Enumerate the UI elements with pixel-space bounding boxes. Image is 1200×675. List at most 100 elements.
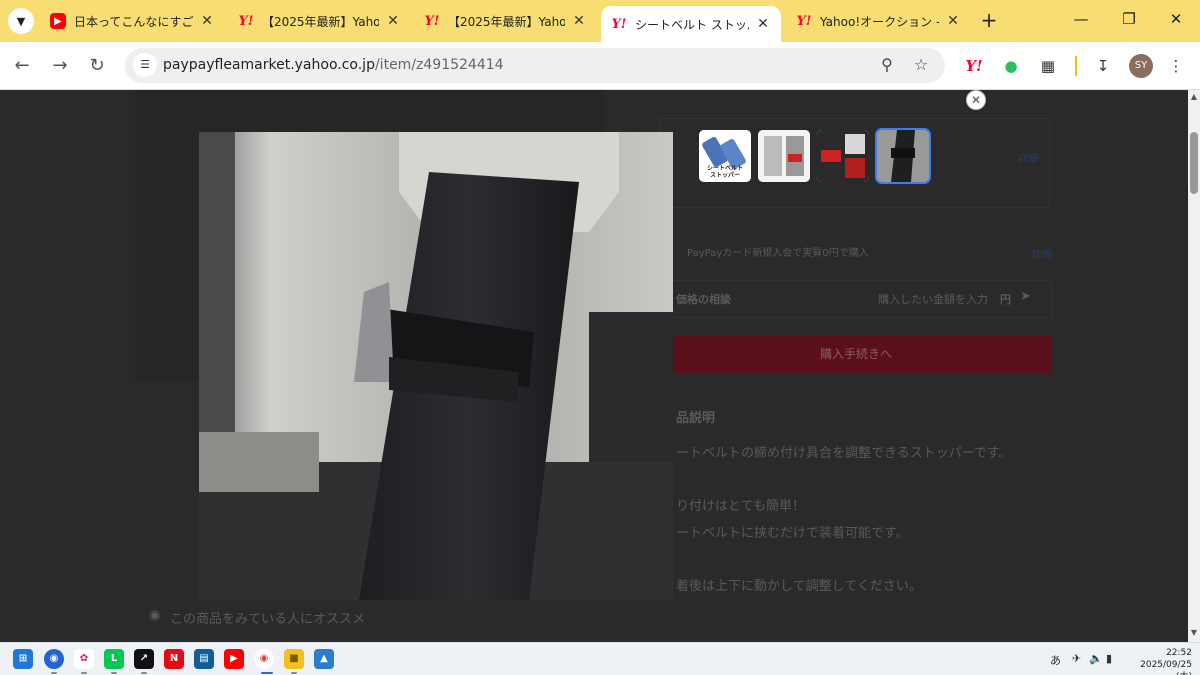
running-indicator	[51, 672, 57, 674]
minimize-button[interactable]: —	[1069, 10, 1093, 32]
tab-title: 【2025年最新】Yahoo!オ	[448, 14, 565, 29]
airplane-icon[interactable]: ✈	[1072, 652, 1081, 665]
tab-title: 日本ってこんなにすごいの	[74, 14, 193, 29]
clock-date: 2025/09/25 (木)	[1140, 660, 1192, 675]
tab-4-active[interactable]: Y! シートベルト ストッパー 2個 ✕	[601, 6, 781, 42]
product-image-enlarged	[199, 132, 673, 600]
modal-close-button[interactable]: ✕	[966, 90, 986, 110]
volume-icon[interactable]: 🔈	[1089, 652, 1103, 665]
tab-1[interactable]: ▶ 日本ってこんなにすごいの ✕	[40, 6, 225, 36]
running-indicator	[81, 672, 87, 674]
close-icon[interactable]: ✕	[199, 13, 215, 29]
address-bar[interactable]: ☰ paypayfleamarket.yahoo.co.jp/item/z491…	[125, 48, 945, 83]
toolbar-separator	[1075, 56, 1077, 76]
browser-app-icon[interactable]: ◉	[44, 649, 64, 669]
chrome-icon[interactable]: ◉	[254, 649, 274, 669]
offer-label: 価格の相談	[676, 293, 731, 306]
close-icon[interactable]: ✕	[385, 13, 401, 29]
send-icon[interactable]: ➤	[1020, 289, 1031, 304]
windows-start-icon[interactable]: ⊞	[13, 649, 33, 669]
battery-icon[interactable]: ▮	[1106, 652, 1112, 665]
url-text[interactable]: paypayfleamarket.yahoo.co.jp/item/z49152…	[163, 57, 504, 73]
window-app-icon[interactable]: ▤	[194, 649, 214, 669]
clock-time: 22:52	[1166, 648, 1192, 658]
browser-toolbar: ← → ↻ ☰ paypayfleamarket.yahoo.co.jp/ite…	[0, 42, 1200, 90]
system-clock[interactable]: 22:52 2025/09/25 (木)	[1128, 647, 1192, 675]
minimize-icon: —	[1073, 10, 1089, 28]
offer-unit: 円	[1000, 293, 1011, 306]
description-line: ートベルトの締め付け具合を調整できるストッパーです。	[676, 446, 1012, 461]
scroll-up-icon[interactable]: ▲	[1188, 92, 1200, 104]
close-icon[interactable]: ✕	[945, 13, 961, 29]
thumbnail-3[interactable]	[817, 130, 869, 182]
yahoo-icon: Y!	[796, 13, 812, 29]
ime-indicator[interactable]: あ	[1050, 652, 1061, 668]
new-tab-button[interactable]: +	[978, 10, 1000, 32]
url-host: paypayfleamarket.yahoo.co.jp	[163, 57, 375, 73]
thumbnail-1[interactable]: シートベルト ストッパー	[699, 130, 751, 182]
youtube-icon: ▶	[50, 13, 66, 29]
detail-link[interactable]: 詳細	[1032, 246, 1052, 261]
restore-button[interactable]: ❐	[1117, 10, 1141, 32]
thumbnail-2[interactable]	[758, 130, 810, 182]
yahoo-extension-icon[interactable]: Y!	[962, 54, 986, 78]
line-app-icon[interactable]: L	[104, 649, 124, 669]
detail-link[interactable]: 詳細	[1018, 150, 1038, 165]
forward-button[interactable]: →	[48, 54, 72, 78]
scroll-thumb[interactable]	[1190, 132, 1198, 194]
recommend-heading: この商品をみている人にオススメ	[170, 612, 366, 627]
bookmark-button[interactable]: ☆	[911, 55, 931, 75]
description-line: 着後は上下に動かして調整してください。	[676, 579, 922, 594]
reload-icon: ↻	[89, 55, 105, 76]
tab-title: シートベルト ストッパー 2個	[635, 17, 749, 32]
restore-icon: ❐	[1122, 10, 1136, 28]
menu-icon[interactable]: ⋮	[1164, 54, 1188, 78]
offer-input[interactable]: 購入したい金額を入力	[878, 291, 988, 307]
description-line: り付けはとても簡単！	[676, 499, 805, 514]
active-indicator	[261, 672, 273, 674]
description-line: ートベルトに挟むだけで装着可能です。	[676, 526, 909, 541]
thumbnail-image	[877, 130, 929, 182]
arrow-left-icon: ←	[14, 55, 30, 76]
site-info-button[interactable]: ☰	[133, 53, 157, 77]
chart-app-icon[interactable]: ↗	[134, 649, 154, 669]
photos-app-icon[interactable]: ▲	[314, 649, 334, 669]
scroll-down-icon[interactable]: ▼	[1188, 628, 1200, 640]
tab-title: 【2025年最新】Yahoo!オ	[262, 14, 379, 29]
reload-button[interactable]: ↻	[85, 54, 109, 78]
magnifier-icon: ⚲	[881, 55, 893, 74]
close-icon[interactable]: ✕	[755, 16, 771, 32]
back-button[interactable]: ←	[10, 54, 34, 78]
evernote-icon[interactable]: ●	[999, 54, 1023, 78]
page-scrollbar[interactable]: ▲ ▼	[1188, 90, 1200, 642]
thumbnail-image	[817, 130, 869, 182]
zoom-button[interactable]: ⚲	[877, 55, 897, 75]
tab-2[interactable]: Y! 【2025年最新】Yahoo!オ ✕	[228, 6, 411, 36]
netflix-icon[interactable]: N	[164, 649, 184, 669]
extensions-icon[interactable]: ▦	[1036, 54, 1060, 78]
flower-app-icon[interactable]: ✿	[74, 649, 94, 669]
chevron-down-icon: ▼	[16, 14, 26, 28]
profile-avatar[interactable]: SY	[1129, 54, 1153, 78]
close-icon[interactable]: ✕	[571, 13, 587, 29]
tab-5[interactable]: Y! Yahoo!オークション - シー ✕	[786, 6, 971, 36]
download-icon[interactable]: ↧	[1091, 54, 1115, 78]
arrow-right-icon: →	[52, 55, 68, 76]
description-heading: 品説明	[676, 411, 716, 426]
yahoo-icon: Y!	[424, 13, 440, 29]
close-icon: ✕	[1169, 10, 1183, 28]
recommend-icon: ◉	[149, 608, 161, 623]
plus-icon: +	[980, 8, 998, 32]
thumbnail-4-selected[interactable]	[875, 128, 931, 184]
running-indicator	[291, 672, 297, 674]
tab-strip: ▼ ▶ 日本ってこんなにすごいの ✕ Y! 【2025年最新】Yahoo!オ ✕…	[0, 0, 1200, 42]
purchase-button[interactable]: 購入手続きへ	[660, 336, 1052, 373]
close-window-button[interactable]: ✕	[1164, 10, 1188, 32]
close-icon: ✕	[970, 93, 982, 107]
youtube-icon[interactable]: ▶	[224, 649, 244, 669]
folder-icon[interactable]: ■	[284, 649, 304, 669]
seatbelt-photo	[199, 132, 673, 600]
tab-search-button[interactable]: ▼	[8, 8, 34, 34]
tab-3[interactable]: Y! 【2025年最新】Yahoo!オ ✕	[414, 6, 597, 36]
star-icon: ☆	[913, 55, 929, 74]
